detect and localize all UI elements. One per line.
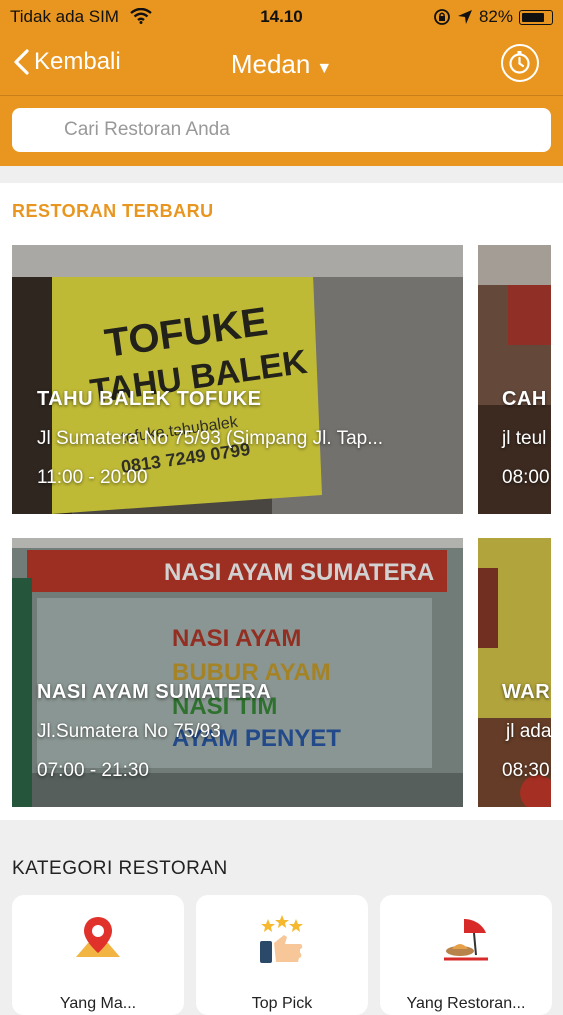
food-tray-umbrella-icon	[444, 919, 488, 961]
timer-icon	[509, 51, 530, 74]
category-label: Yang Restoran...	[406, 995, 526, 1012]
search-placeholder: Cari Restoran Anda	[64, 119, 230, 140]
section-title: RESTORAN TERBARU	[12, 201, 214, 221]
category-label: Top Pick	[251, 995, 313, 1012]
section-title: KATEGORI RESTORAN	[12, 858, 228, 879]
restaurant-hours: 08:30	[502, 760, 550, 781]
nav-bar: Kembali Medan ▼	[0, 36, 563, 96]
restaurant-card[interactable]: WAR jl ada 08:30	[478, 538, 551, 807]
restaurant-address: jl ada	[506, 721, 551, 742]
search-input[interactable]: Cari Restoran Anda	[12, 108, 551, 152]
city-label: Medan	[230, 49, 311, 79]
restaurant-name: TAHU BALEK TOFUKE	[37, 388, 262, 410]
restaurant-hours: 08:00	[502, 467, 550, 488]
orientation-lock-icon	[434, 9, 450, 25]
restaurant-hours: 11:00 - 20:00	[37, 467, 148, 488]
restaurant-address: jl teul	[502, 428, 547, 449]
search-bar: Cari Restoran Anda	[0, 96, 563, 166]
location-arrow-icon	[457, 10, 472, 24]
battery-icon	[519, 9, 553, 25]
status-right: 82%	[433, 7, 553, 27]
category-card[interactable]: Yang Restoran...	[380, 895, 552, 1015]
restaurant-card[interactable]: CAH jl teul 08:00	[478, 245, 551, 514]
battery-level	[522, 12, 544, 22]
city-selector[interactable]: Medan ▼	[0, 49, 563, 80]
category-label: Yang Ma...	[59, 995, 137, 1012]
thumbs-up-stars-icon	[260, 915, 303, 963]
map-pin-icon	[76, 917, 120, 957]
caret-down-icon: ▼	[316, 60, 333, 77]
category-card[interactable]: Yang Ma...	[12, 895, 184, 1015]
status-bar: Tidak ada SIM 14.10 82%	[0, 0, 563, 36]
restaurant-hours: 07:00 - 21:30	[37, 760, 149, 781]
restaurant-name: NASI AYAM SUMATERA	[37, 681, 272, 703]
restaurant-name: CAH	[502, 388, 547, 410]
categories-section: KATEGORI RESTORAN Yang Ma... Top Pick Ya…	[0, 836, 563, 1015]
battery-percent: 82%	[478, 7, 513, 26]
restaurant-card[interactable]: NASI AYAM SUMATERA NASI AYAM BUBUR AYAM …	[12, 538, 463, 807]
restaurant-address: Jl.Sumatera No 75/93	[37, 721, 221, 742]
restaurant-address: Jl Sumatera No 75/93 (Simpang Jl. Tap...	[37, 428, 384, 449]
category-card[interactable]: Top Pick	[196, 895, 368, 1015]
timer-button[interactable]	[501, 44, 539, 82]
restaurant-name: WAR	[502, 681, 551, 703]
new-restaurants-section: RESTORAN TERBARU TOFUKE TAHU BALEK tofuk…	[0, 183, 563, 820]
restaurant-card[interactable]: TOFUKE TAHU BALEK tofuke.tahubalek 0813 …	[12, 245, 463, 514]
